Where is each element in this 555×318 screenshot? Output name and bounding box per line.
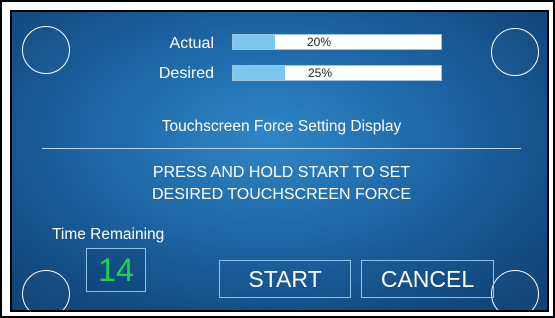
instruction-line-1: PRESS AND HOLD START TO SET <box>152 164 411 181</box>
start-button[interactable]: START <box>219 260 351 298</box>
cancel-button[interactable]: CANCEL <box>361 260 494 298</box>
time-remaining-value: 14 <box>86 248 146 292</box>
desired-label: Desired <box>158 65 214 82</box>
desired-force-bar: 25% <box>232 65 442 81</box>
device-frame: Actual 20% Desired 25% Touchscreen Force… <box>0 0 555 318</box>
corner-calibration-target[interactable] <box>22 270 70 310</box>
display-subtitle: Touchscreen Force Setting Display <box>161 118 402 135</box>
actual-force-value: 20% <box>307 35 332 49</box>
touchscreen-display: Actual 20% Desired 25% Touchscreen Force… <box>10 10 549 312</box>
desired-force-value: 25% <box>308 66 333 80</box>
instruction-line-2: DESIRED TOUCHSCREEN FORCE <box>152 186 411 203</box>
actual-force-bar: 20% <box>232 34 442 50</box>
time-remaining-label: Time Remaining <box>52 226 165 243</box>
actual-label: Actual <box>169 35 214 52</box>
corner-calibration-target[interactable] <box>22 26 70 74</box>
corner-calibration-target[interactable] <box>491 270 539 310</box>
divider <box>42 148 521 149</box>
desired-force-fill <box>233 66 285 80</box>
actual-force-fill <box>233 35 275 49</box>
corner-calibration-target[interactable] <box>491 28 539 76</box>
